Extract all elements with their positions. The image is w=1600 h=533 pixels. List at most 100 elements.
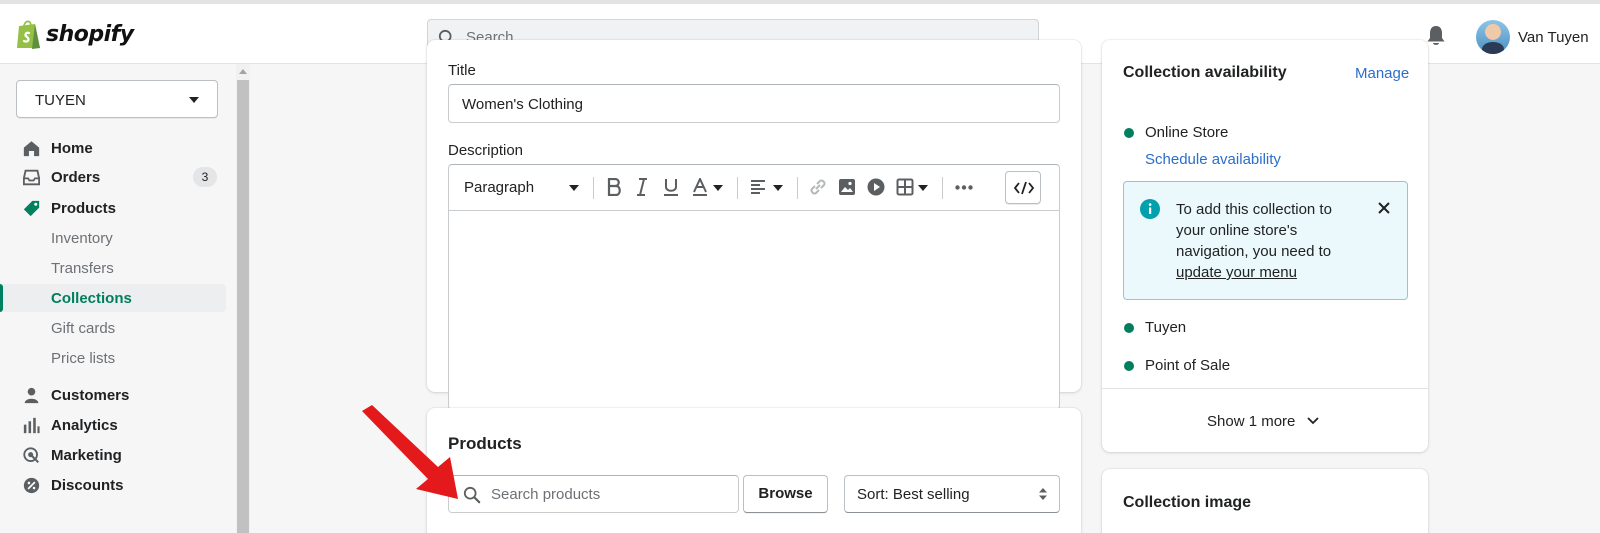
title-field[interactable]: Women's Clothing [448,84,1060,123]
toolbar-divider [737,177,738,199]
description-editor[interactable]: Paragraph [448,164,1060,410]
orders-icon [23,169,40,185]
table-icon[interactable] [896,178,914,196]
title-label: Title [448,62,476,79]
caret-down-icon [713,185,723,191]
annotation-arrow-icon [362,405,458,499]
link-icon[interactable] [809,178,827,196]
store-name: TUYEN [35,92,86,109]
person-icon [24,387,39,403]
bold-icon[interactable] [607,178,621,196]
caret-down-icon [918,185,928,191]
editor-toolbar: Paragraph [449,165,1059,211]
show-more-button[interactable]: Show 1 more [1102,389,1428,452]
collection-image-card: Collection image [1102,469,1428,533]
select-arrows-icon [1039,488,1047,500]
sidebar-item-label: Marketing [51,446,122,464]
channel-point-of-sale: Point of Sale [1145,357,1231,374]
availability-heading: Collection availability [1123,64,1287,81]
chevron-down-icon [1307,417,1319,425]
bar-chart-icon [23,417,40,433]
scroll-up-arrow-icon[interactable] [239,69,247,74]
sidebar-subitem-price-lists[interactable]: Price lists [0,344,226,372]
text-color-icon[interactable] [692,178,708,196]
sidebar-item-marketing[interactable]: Marketing [0,441,226,469]
caret-down-icon [773,185,783,191]
title-field-value: Women's Clothing [462,96,583,113]
sort-select-value: Sort: Best selling [857,486,970,503]
sidebar-item-label: Home [51,139,93,157]
tag-icon [23,200,40,216]
sidebar-item-label: Customers [51,386,130,404]
info-icon [1140,199,1160,219]
italic-icon[interactable] [635,178,649,196]
sidebar-item-home[interactable]: Home [0,134,226,162]
close-icon[interactable] [1378,202,1390,214]
bell-icon[interactable] [1426,25,1446,47]
logo-text: shopify [46,21,134,47]
sidebar-subitem-label: Collections [51,290,132,307]
caret-down-icon [189,97,199,103]
sidebar-subitem-gift-cards[interactable]: Gift cards [0,314,226,342]
browse-button[interactable]: Browse [743,475,828,513]
sidebar-item-products[interactable]: Products [0,194,226,222]
sidebar-subitem-collections[interactable]: Collections [0,284,226,312]
discount-icon [23,477,40,493]
sidebar-subitem-label: Price lists [51,350,116,367]
store-switcher[interactable]: TUYEN [16,80,218,118]
target-icon [23,446,40,463]
sidebar-subitem-label: Inventory [51,230,113,247]
sidebar-item-analytics[interactable]: Analytics [0,411,226,439]
channel-status-dot [1124,323,1134,333]
scrollbar-thumb[interactable] [237,80,249,533]
banner-message: To add this collection to your online st… [1176,199,1351,283]
sidebar-subitem-label: Gift cards [51,320,116,337]
underline-icon[interactable] [663,178,679,196]
home-icon [23,140,40,156]
channel-online-store: Online Store [1145,124,1229,141]
caret-down-icon [569,185,579,191]
code-icon [1014,181,1034,195]
navigation-info-banner: To add this collection to your online st… [1123,181,1408,300]
sidebar-item-discounts[interactable]: Discounts [0,471,226,499]
collection-details-card: Title Women's Clothing Description Parag… [427,40,1081,410]
sidebar-item-label: Discounts [51,476,124,494]
sidebar-item-label: Products [51,199,117,217]
toolbar-divider [797,177,798,199]
html-code-toggle[interactable] [1005,171,1041,204]
sidebar-item-label: Analytics [51,416,118,434]
sidebar-item-orders[interactable]: Orders 3 [0,163,226,191]
sidebar-scrollbar[interactable] [236,64,250,533]
user-name[interactable]: Van Tuyen [1518,29,1589,46]
toolbar-divider [593,177,594,199]
sidebar-subitem-inventory[interactable]: Inventory [0,224,226,252]
sidebar-item-label: Orders [51,168,101,186]
orders-count-badge: 3 [193,167,217,187]
sidebar-subitem-label: Transfers [51,260,114,277]
channel-status-dot [1124,361,1134,371]
paragraph-format-select[interactable]: Paragraph [464,179,534,196]
collection-availability-card: Collection availability Manage Online St… [1102,40,1428,452]
sort-select[interactable]: Sort: Best selling [844,475,1060,513]
banner-text: To add this collection to your online st… [1176,201,1332,260]
schedule-availability-link[interactable]: Schedule availability [1145,151,1281,168]
toolbar-divider [942,177,943,199]
description-label: Description [448,142,524,159]
products-card: Products Search products Browse Sort: Be… [427,408,1081,533]
sidebar-subitem-transfers[interactable]: Transfers [0,254,226,282]
image-icon[interactable] [838,178,856,196]
channel-status-dot [1124,128,1134,138]
shopify-logo[interactable]: shopify [16,18,134,50]
manage-link[interactable]: Manage [1355,65,1409,82]
search-products-placeholder: Search products [491,486,601,503]
show-more-label: Show 1 more [1207,413,1296,430]
channel-tuyen: Tuyen [1145,319,1187,336]
update-menu-link[interactable]: update your menu [1176,264,1297,281]
more-actions-icon[interactable] [955,185,973,190]
user-avatar[interactable] [1476,20,1510,54]
align-left-icon[interactable] [750,180,766,194]
video-icon[interactable] [867,178,885,196]
collection-image-heading: Collection image [1123,494,1252,511]
search-products-field[interactable]: Search products [448,475,739,513]
sidebar-item-customers[interactable]: Customers [0,381,226,409]
